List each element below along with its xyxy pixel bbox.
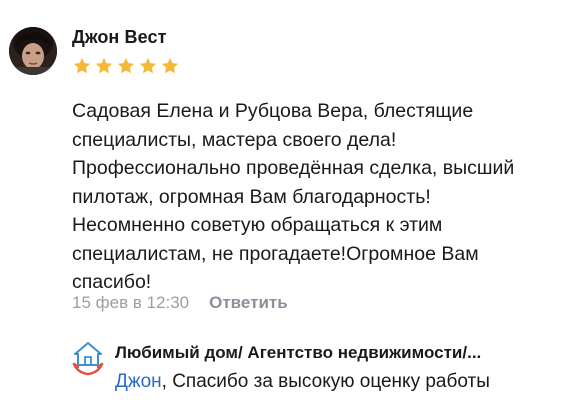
- reply-message: , Спасибо за высокую оценку работы: [161, 371, 490, 392]
- star-icon: [117, 57, 135, 74]
- review-text-line: специалисты, мастера своего дела!: [72, 128, 397, 151]
- reply-mention-link[interactable]: Джон: [115, 371, 162, 392]
- avatar[interactable]: [9, 27, 57, 75]
- review-meta: 15 фев в 12:30 Ответить: [72, 292, 288, 314]
- review-text-line: Профессионально проведённая сделка, высш…: [72, 157, 515, 179]
- review-text-line: Садовая Елена и Рубцова Вера, блестящие: [72, 100, 474, 122]
- review-text-line: Несомненно советую обращаться к этим: [72, 214, 443, 236]
- review-card: Джон Вест Садовая Елена и Рубцова Вера, …: [0, 0, 565, 400]
- house-hands-icon[interactable]: [72, 340, 104, 376]
- review-text-line: пилотаж, огромная Вам благодарность!: [72, 185, 431, 208]
- star-icon: [161, 57, 179, 74]
- star-icon: [139, 57, 157, 74]
- rating-stars: [72, 56, 180, 78]
- org-name[interactable]: Любимый дом/ Агентство недвижимости/...: [115, 343, 481, 363]
- star-icon: [73, 57, 91, 74]
- review-text: Садовая Елена и Рубцова Вера, блестящие …: [72, 97, 552, 297]
- avatar-photo: [9, 27, 57, 75]
- author-name[interactable]: Джон Вест: [72, 27, 167, 47]
- review-timestamp[interactable]: 15 фев в 12:30: [72, 293, 189, 313]
- org-reply: Любимый дом/ Агентство недвижимости/... …: [72, 340, 552, 396]
- star-icon: [95, 57, 113, 74]
- reply-button[interactable]: Ответить: [209, 293, 288, 313]
- review-text-line: специалистам, не прогадаете!Огромное Вам: [72, 242, 479, 265]
- reply-text: Джон, Спасибо за высокую оценку работы: [115, 371, 490, 393]
